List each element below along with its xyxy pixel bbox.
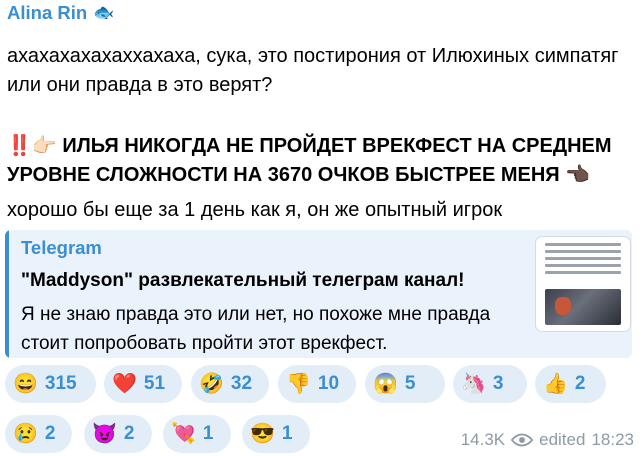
reaction-count: 1	[281, 423, 293, 444]
message-meta: 14.3K edited 18:23	[461, 430, 634, 450]
reaction-count: 5	[404, 373, 416, 394]
reaction-count: 51	[143, 373, 166, 394]
reaction-count: 2	[44, 423, 56, 444]
reaction-count: 2	[123, 423, 135, 444]
reaction-count: 3	[492, 373, 504, 394]
unicorn-emoji-icon: 🦄	[461, 373, 486, 395]
link-preview-site[interactable]: Telegram	[21, 237, 102, 259]
sunglasses-emoji-icon: 😎	[250, 423, 275, 445]
link-preview[interactable]: Telegram "Maddyson" развлекательный теле…	[5, 230, 632, 358]
reaction-chip[interactable]: 😢 2	[5, 415, 72, 453]
pointing-left-emoji-icon: 👈🏿	[565, 164, 591, 186]
message-text-caps: ‼️👉🏻 ИЛЬЯ НИКОГДА НЕ ПРОЙДЕТ ВРЕКФЕСТ НА…	[7, 132, 632, 190]
link-preview-accent-bar	[5, 230, 9, 358]
thumbs-up-emoji-icon: 👍	[543, 373, 568, 395]
reaction-chip[interactable]: 🤣 32	[191, 365, 269, 403]
crying-emoji-icon: 😢	[13, 423, 38, 445]
link-preview-description: Я не знаю правда это или нет, но похоже …	[21, 304, 491, 354]
reaction-count: 1	[202, 423, 214, 444]
devil-emoji-icon: 😈	[92, 423, 117, 445]
reaction-chip[interactable]: ❤️ 51	[104, 365, 182, 403]
reaction-chip[interactable]: 😄 315	[5, 365, 96, 403]
reaction-count: 2	[574, 373, 586, 394]
scream-emoji-icon: 😱	[373, 373, 398, 395]
caps-text: ИЛЬЯ НИКОГДА НЕ ПРОЙДЕТ ВРЕКФЕСТ НА СРЕД…	[7, 135, 612, 186]
view-count: 14.3K	[460, 430, 506, 449]
grinning-emoji-icon: 😄	[13, 373, 38, 395]
message-time: 18:23	[591, 430, 634, 449]
reaction-chip[interactable]: 💘 1	[163, 415, 231, 453]
author-name-text[interactable]: Alina Rin	[7, 2, 87, 24]
thumbnail-image	[545, 289, 621, 325]
reaction-chip[interactable]: 👎 10	[278, 365, 356, 403]
heart-emoji-icon: ❤️	[112, 373, 137, 395]
reaction-chip[interactable]: 😎 1	[242, 415, 310, 453]
reaction-chip[interactable]: 😱 5	[365, 365, 445, 403]
reaction-count: 315	[44, 373, 77, 394]
thumbnail-text-lines	[545, 243, 621, 278]
pointing-emoji-icon: ‼️👉🏻	[7, 135, 57, 157]
message-text-line-1: ахахахахахаххахаха, сука, это постирония…	[7, 45, 619, 96]
message-text-line-3: хорошо бы еще за 1 день как я, он же опы…	[7, 199, 503, 221]
link-preview-title[interactable]: "Maddyson" развлекательный телеграм кана…	[21, 270, 464, 292]
reaction-chip[interactable]: 🦄 3	[453, 365, 527, 403]
author-name[interactable]: Alina Rin 🐟	[7, 2, 114, 24]
reaction-chip[interactable]: 😈 2	[84, 415, 152, 453]
fish-emoji-icon: 🐟	[93, 3, 115, 22]
edited-label: edited	[539, 430, 586, 449]
message-bubble: Alina Rin 🐟 ахахахахахаххахаха, сука, эт…	[0, 0, 642, 456]
reaction-chip[interactable]: 👍 2	[535, 365, 606, 403]
rofl-emoji-icon: 🤣	[199, 373, 224, 395]
reaction-count: 32	[230, 373, 253, 394]
heart-arrow-emoji-icon: 💘	[171, 423, 196, 445]
eye-icon	[511, 433, 534, 447]
reaction-count: 10	[317, 373, 340, 394]
thumbs-down-emoji-icon: 👎	[286, 373, 311, 395]
link-preview-thumbnail[interactable]	[536, 237, 630, 331]
